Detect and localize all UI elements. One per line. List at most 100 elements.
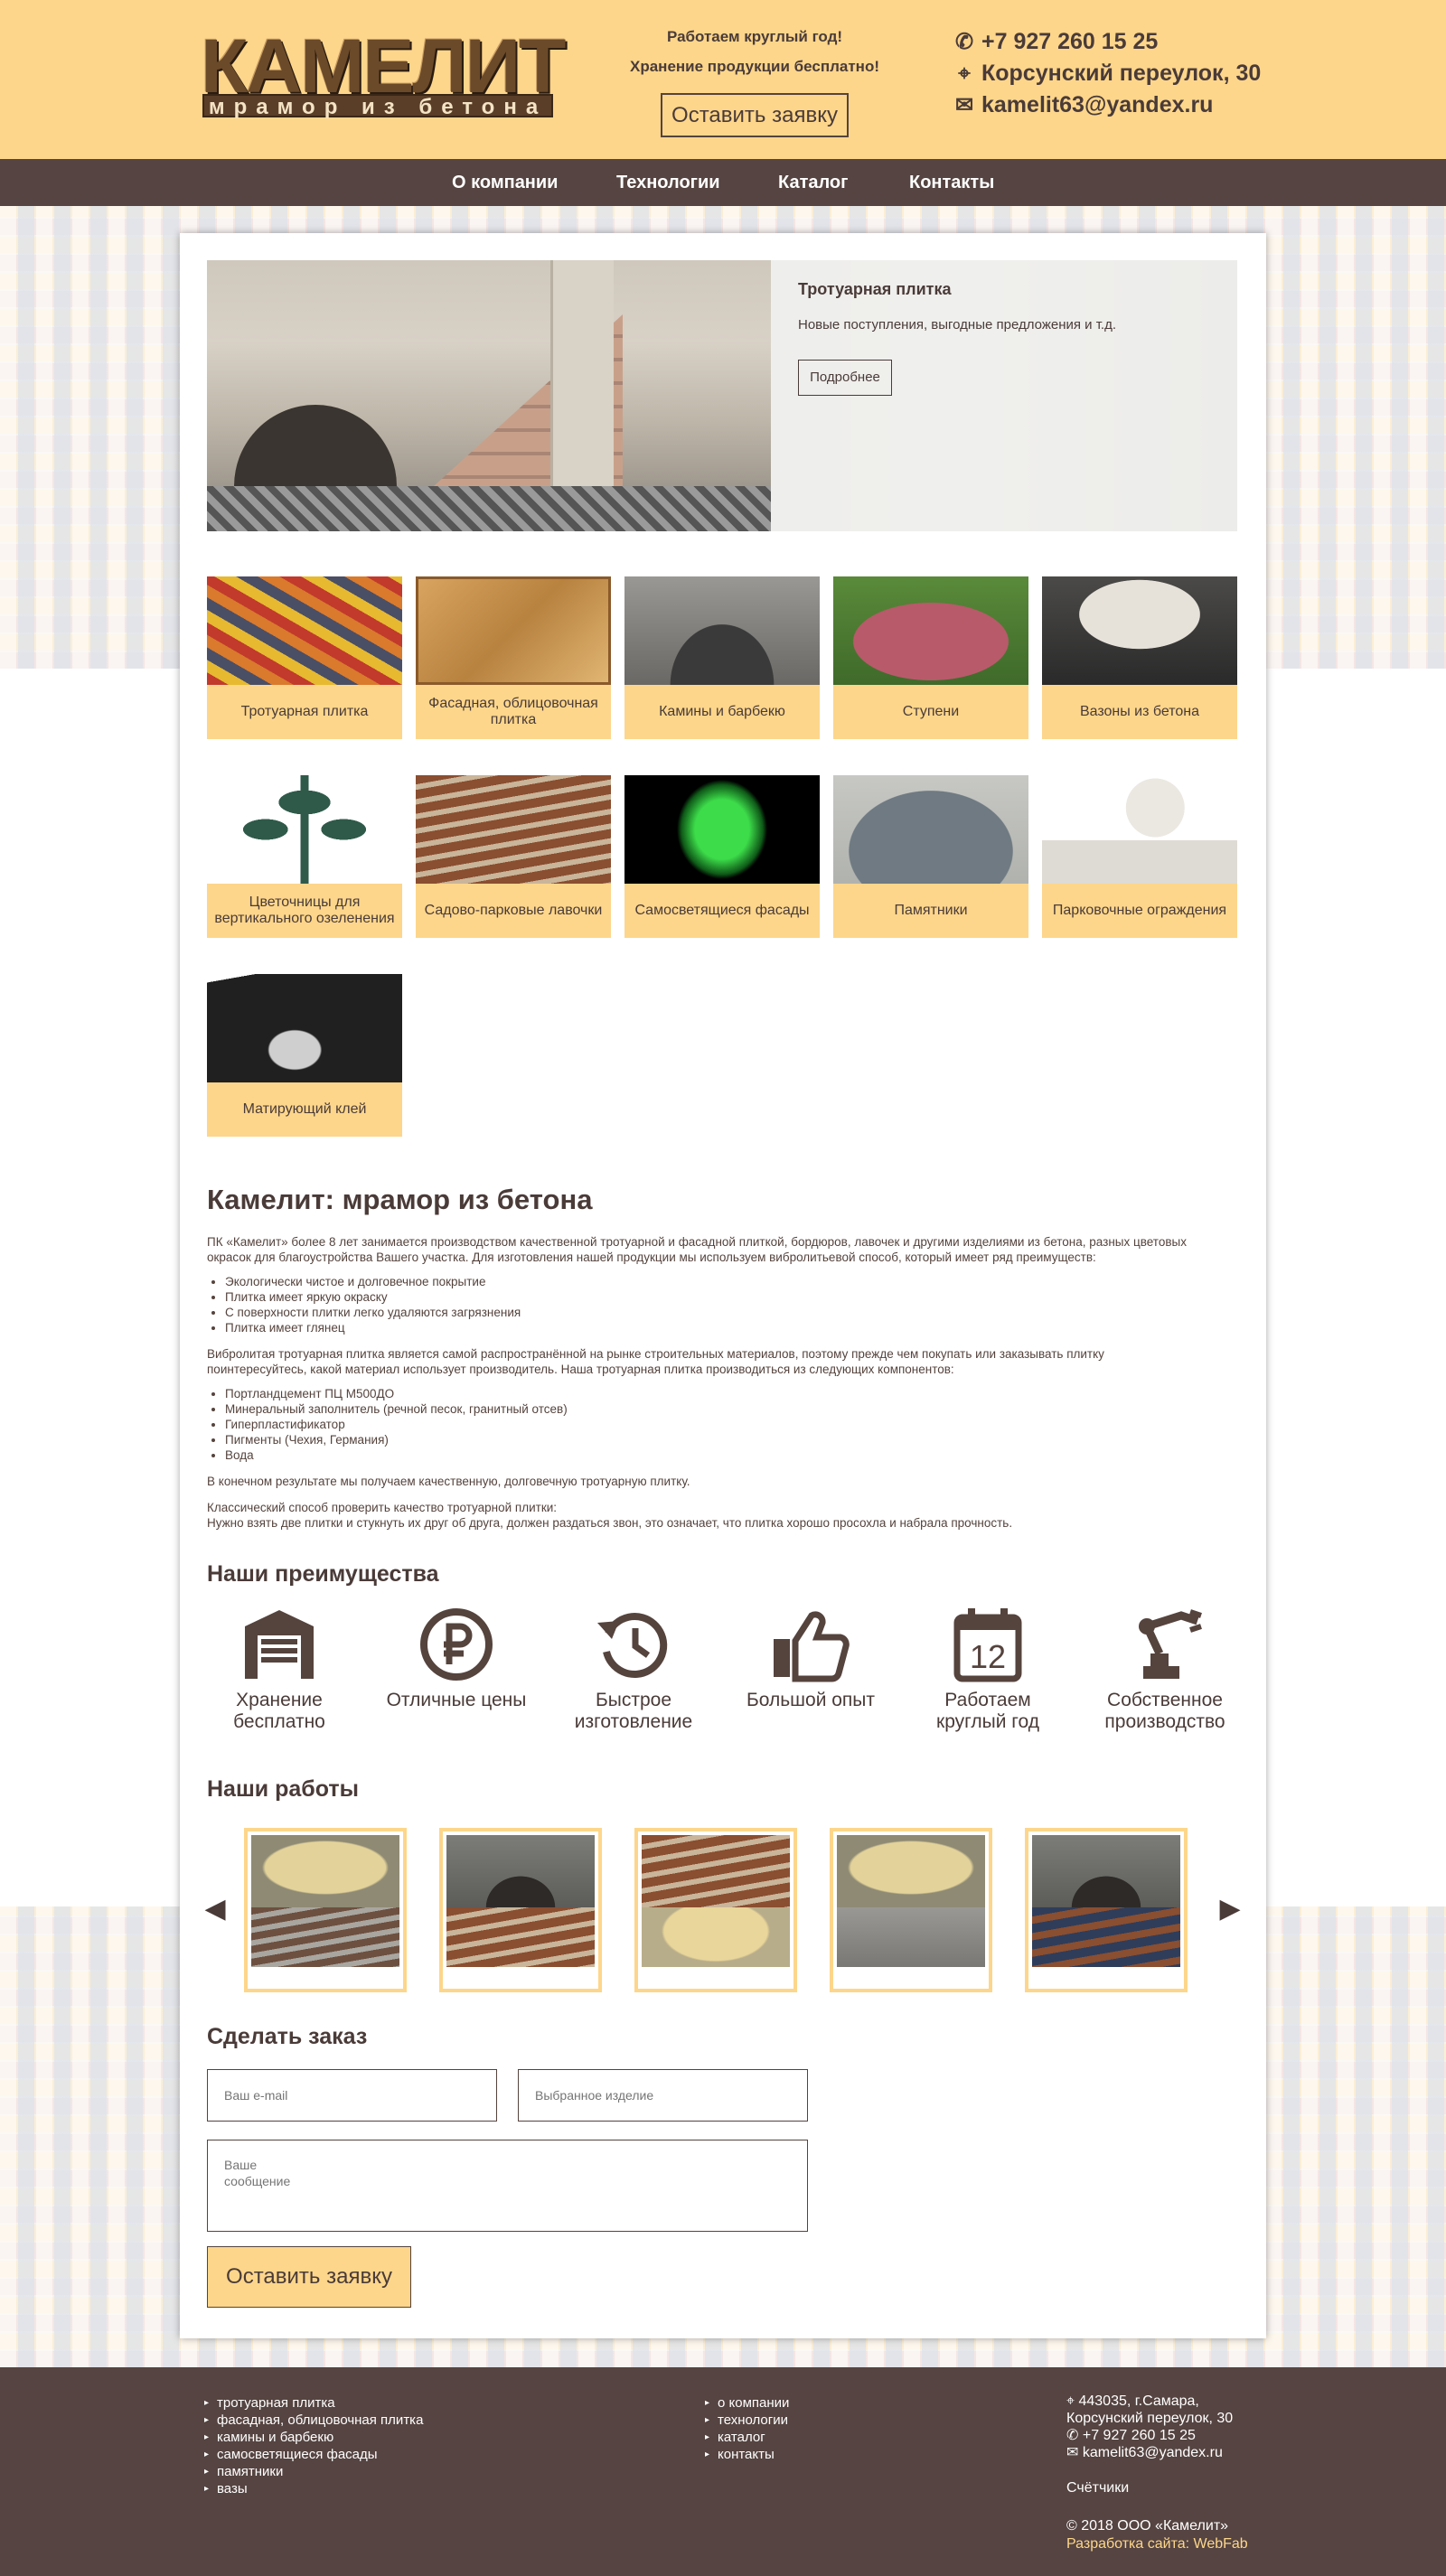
footer-link[interactable]: контакты xyxy=(705,2446,789,2463)
header-address: ⌖ Корсунский переулок, 30 xyxy=(953,60,1261,88)
catalog-label: Цветочницы для вертикального озеленения xyxy=(207,884,402,938)
works-title: Наши работы xyxy=(207,1776,359,1802)
phone-icon: ✆ xyxy=(1066,2428,1083,2443)
advantage-label: Отличные цены xyxy=(386,1690,527,1710)
footer-counters: Счётчики xyxy=(1066,2480,1130,2496)
catalog-label: Фасадная, облицовочная плитка xyxy=(416,685,611,739)
about-components-list: Портландцемент ПЦ М500ДО Минеральный зап… xyxy=(207,1386,1201,1463)
catalog-item-steps[interactable]: Ступени xyxy=(833,576,1028,739)
about-benefits-list: Экологически чистое и долговечное покрыт… xyxy=(207,1274,1201,1335)
catalog-item-facade[interactable]: Фасадная, облицовочная плитка xyxy=(416,576,611,739)
footer-address-line-1: 443035, г.Самара, xyxy=(1078,2393,1199,2409)
about-text: ПК «Камелит» более 8 лет занимается прои… xyxy=(207,1234,1201,1531)
works-item[interactable] xyxy=(1025,1828,1188,1992)
catalog-image-vases xyxy=(1042,576,1237,685)
footer-link[interactable]: самосветящиеся фасады xyxy=(204,2446,423,2463)
footer-link[interactable]: технологии xyxy=(705,2412,789,2429)
works-item[interactable] xyxy=(830,1828,992,1992)
advantage-fast: Быстрое изготовление xyxy=(557,1606,710,1733)
map-marker-icon: ⌖ xyxy=(1066,2393,1079,2409)
advantage-free-storage: Хранение бесплатно xyxy=(202,1606,356,1733)
slider-more-button[interactable]: Подробнее xyxy=(798,360,892,396)
slider-photo-paving xyxy=(207,486,771,531)
order-title: Сделать заказ xyxy=(207,2024,368,2049)
catalog-image-glue xyxy=(207,974,402,1082)
footer-address-line-2: Корсунский переулок, 30 xyxy=(1066,2411,1234,2426)
catalog-image-parking xyxy=(1042,775,1237,884)
catalog-image-paving xyxy=(207,576,402,685)
catalog-item-glue[interactable]: Матирующий клей xyxy=(207,974,402,1137)
works-next-arrow[interactable]: ▶ xyxy=(1216,1896,1244,1923)
about-paragraph-4a: Классический способ проверить качество т… xyxy=(207,1501,558,1514)
footer-link[interactable]: каталог xyxy=(705,2429,789,2446)
list-item: Пигменты (Чехия, Германия) xyxy=(225,1432,1201,1447)
catalog-image-steps xyxy=(833,576,1028,685)
works-prev-arrow[interactable]: ◀ xyxy=(202,1896,229,1923)
nav-item-about[interactable]: О компании xyxy=(452,159,558,206)
thumbs-up-icon xyxy=(774,1611,850,1682)
catalog-item-vases[interactable]: Вазоны из бетона xyxy=(1042,576,1237,739)
catalog-label: Тротуарная плитка xyxy=(207,685,402,739)
header-email[interactable]: ✉ kamelit63@yandex.ru xyxy=(953,91,1214,119)
header-taglines: Работаем круглый год! Хранение продукции… xyxy=(596,22,913,81)
footer-link[interactable]: фасадная, облицовочная плитка xyxy=(204,2412,423,2429)
chevron-right-icon: ▶ xyxy=(1219,1893,1241,1925)
catalog-item-paving[interactable]: Тротуарная плитка xyxy=(207,576,402,739)
order-submit-button[interactable]: Оставить заявку xyxy=(207,2246,411,2308)
list-item: Минеральный заполнитель (речной песок, г… xyxy=(225,1401,1201,1417)
works-item[interactable] xyxy=(439,1828,602,1992)
envelope-icon: ✉ xyxy=(1066,2445,1083,2460)
catalog-item-benches[interactable]: Садово-парковые лавочки xyxy=(416,775,611,938)
calendar-icon: 12 xyxy=(953,1608,1022,1682)
footer-link[interactable]: вазы xyxy=(204,2480,423,2497)
work-image-top xyxy=(251,1835,399,1907)
advantage-label: Большой опыт xyxy=(746,1690,876,1710)
nav-item-technologies[interactable]: Технологии xyxy=(616,159,720,206)
main-content: Тротуарная плитка Новые поступления, выг… xyxy=(180,233,1266,2338)
advantage-label: Хранение бесплатно xyxy=(233,1690,325,1732)
slider-caption-overlay xyxy=(771,260,1237,531)
header-request-button[interactable]: Оставить заявку xyxy=(661,93,849,137)
footer-link[interactable]: о компании xyxy=(705,2394,789,2412)
phone-icon: ✆ xyxy=(954,30,974,54)
works-item[interactable] xyxy=(244,1828,407,1992)
work-image-top xyxy=(1032,1835,1180,1907)
footer-link[interactable]: памятники xyxy=(204,2463,423,2480)
catalog-label: Парковочные ограждения xyxy=(1042,884,1237,938)
catalog-image-planters xyxy=(207,775,402,884)
work-image-top xyxy=(837,1835,985,1907)
work-image-bottom xyxy=(642,1907,790,1967)
email-field[interactable] xyxy=(207,2069,497,2122)
work-image-bottom xyxy=(446,1907,595,1967)
catalog-item-planters[interactable]: Цветочницы для вертикального озеленения xyxy=(207,775,402,938)
works-item[interactable] xyxy=(634,1828,797,1992)
work-image-bottom xyxy=(837,1907,985,1967)
footer-phone[interactable]: +7 927 260 15 25 xyxy=(1083,2428,1196,2443)
footer-link[interactable]: камины и барбекю xyxy=(204,2429,423,2446)
calendar-icon-day: 12 xyxy=(970,1638,1006,1675)
header-email-text: kamelit63@yandex.ru xyxy=(981,92,1214,117)
catalog-item-monuments[interactable]: Памятники xyxy=(833,775,1028,938)
site-header: КАМЕЛИТ мрамор из бетона Работаем круглы… xyxy=(0,0,1446,159)
nav-item-catalog[interactable]: Каталог xyxy=(778,159,848,206)
advantage-experience: Большой опыт xyxy=(734,1606,887,1711)
catalog-item-glowing[interactable]: Самосветящиеся фасады xyxy=(624,775,820,938)
slider-text: Новые поступления, выгодные предложения … xyxy=(798,317,1117,333)
catalog-item-fireplaces[interactable]: Камины и барбекю xyxy=(624,576,820,739)
work-image-bottom xyxy=(1032,1907,1180,1967)
message-field[interactable] xyxy=(207,2140,808,2232)
nav-item-contacts[interactable]: Контакты xyxy=(909,159,994,206)
advantage-year-round: 12 Работаем круглый год xyxy=(911,1606,1065,1733)
tagline-year-round: Работаем круглый год! xyxy=(666,28,843,45)
footer-link[interactable]: тротуарная плитка xyxy=(204,2394,423,2412)
catalog-item-parking[interactable]: Парковочные ограждения xyxy=(1042,775,1237,938)
catalog-label: Памятники xyxy=(833,884,1028,938)
hero-slider[interactable]: Тротуарная плитка Новые поступления, выг… xyxy=(207,260,1237,531)
footer-email[interactable]: kamelit63@yandex.ru xyxy=(1083,2445,1223,2460)
product-field[interactable] xyxy=(518,2069,808,2122)
logo[interactable]: КАМЕЛИТ мрамор из бетона xyxy=(201,25,566,123)
catalog-image-benches xyxy=(416,775,611,884)
catalog-image-facade xyxy=(416,576,611,685)
header-phone[interactable]: ✆ +7 927 260 15 25 xyxy=(953,28,1158,56)
footer-developer-link[interactable]: Разработка сайта: WebFab xyxy=(1066,2535,1248,2553)
